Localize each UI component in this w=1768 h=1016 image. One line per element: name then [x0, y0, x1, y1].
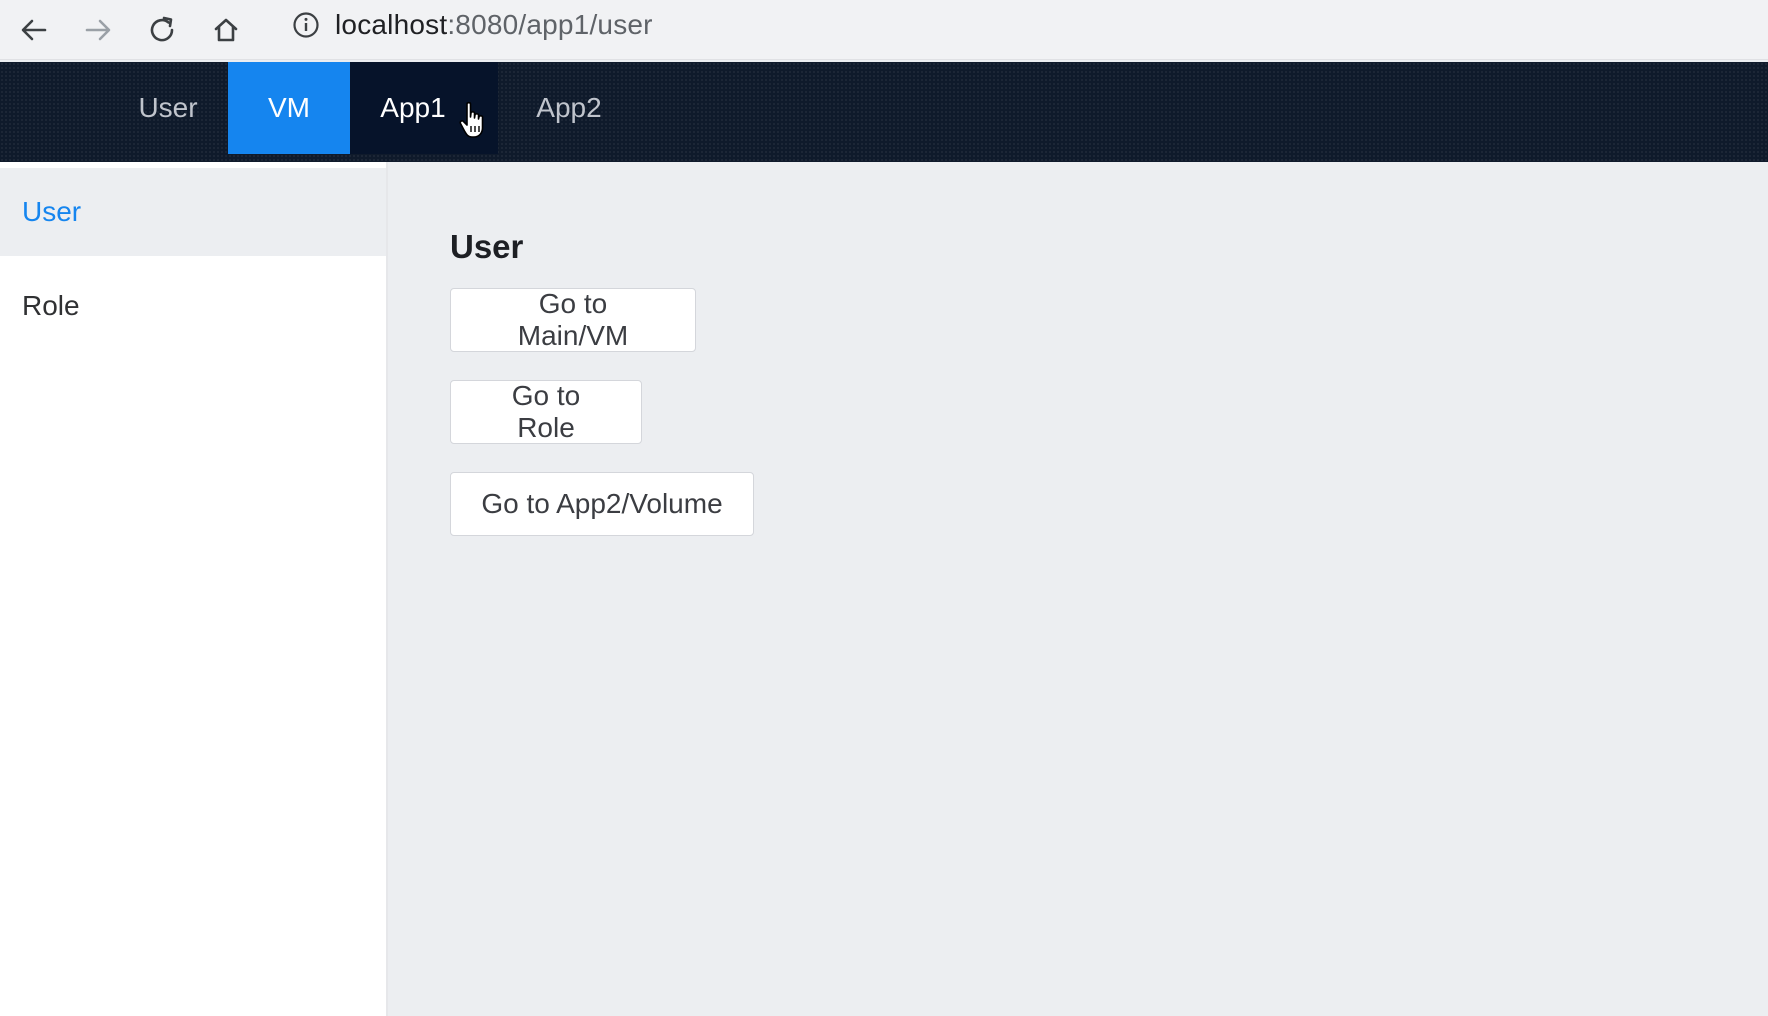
- sidebar-item-label: User: [22, 196, 82, 227]
- page-title: User: [450, 228, 524, 265]
- tab-vm[interactable]: VM: [228, 62, 350, 154]
- forward-icon[interactable]: [74, 6, 122, 54]
- sidebar-item-role[interactable]: Role: [0, 262, 386, 350]
- hand-cursor-icon: [459, 101, 484, 138]
- info-icon[interactable]: [291, 10, 321, 40]
- go-to-role-button[interactable]: Go to Role: [450, 380, 642, 444]
- tab-user[interactable]: User: [108, 62, 228, 154]
- url-text: localhost:8080/app1/user: [335, 9, 653, 41]
- url-path: :8080/app1/user: [447, 9, 653, 40]
- main-content: User Go to Main/VM Go to Role Go to App2…: [390, 162, 1768, 1016]
- back-icon[interactable]: [10, 6, 58, 54]
- sidebar-item-user[interactable]: User: [0, 168, 386, 256]
- browser-toolbar: localhost:8080/app1/user: [0, 0, 1768, 60]
- go-to-app2-volume-button[interactable]: Go to App2/Volume: [450, 472, 754, 536]
- sidebar: User Role: [0, 162, 388, 1016]
- tab-app1-label: App1: [380, 92, 446, 123]
- url-host: localhost: [335, 9, 448, 40]
- home-icon[interactable]: [202, 6, 250, 54]
- address-bar[interactable]: localhost:8080/app1/user: [272, 0, 1768, 50]
- reload-icon[interactable]: [138, 6, 186, 54]
- go-to-main-vm-button[interactable]: Go to Main/VM: [450, 288, 696, 352]
- top-nav-menu: User VM App1 App2: [0, 62, 1768, 162]
- sidebar-item-label: Role: [22, 290, 80, 321]
- tab-app2[interactable]: App2: [498, 62, 640, 154]
